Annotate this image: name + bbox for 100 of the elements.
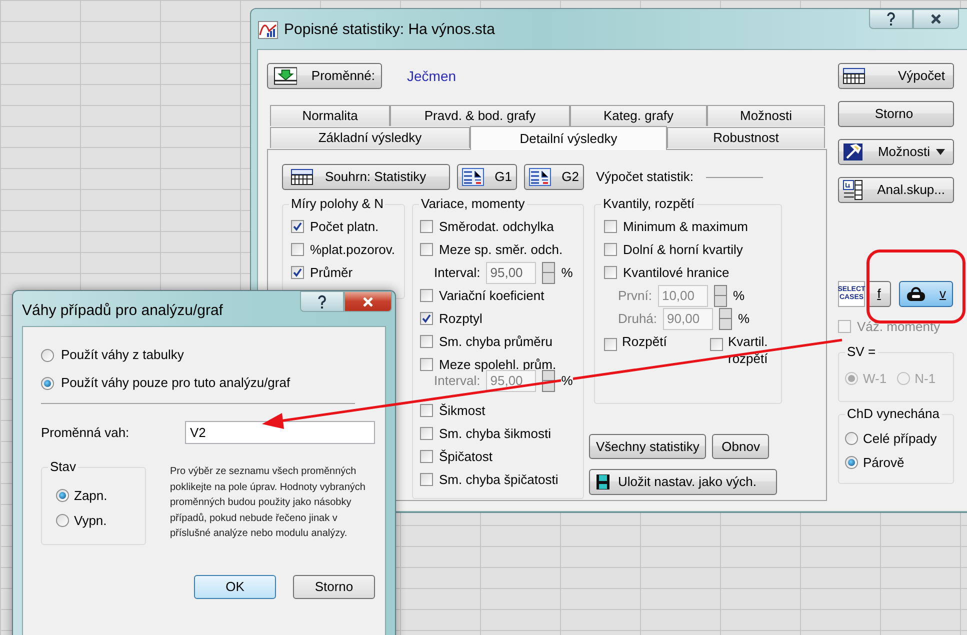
checkbox-label: Sm. chyba šikmosti: [439, 424, 551, 443]
checkbox[interactable]: [604, 220, 617, 233]
spinner-label: Interval:: [434, 372, 480, 390]
checkbox[interactable]: [604, 243, 617, 256]
checkbox[interactable]: [420, 450, 433, 463]
spinner-label: Druhá:: [618, 310, 658, 328]
checkbox-label: Směrodat. odchylka: [439, 218, 554, 236]
checkbox[interactable]: [420, 243, 433, 256]
input-field[interactable]: V2: [185, 421, 375, 444]
checkbox[interactable]: [710, 338, 723, 351]
help-button[interactable]: [869, 9, 913, 29]
radio-button[interactable]: [41, 376, 54, 390]
checkbox[interactable]: [291, 220, 304, 233]
tab[interactable]: Normalita: [270, 105, 390, 126]
checkbox[interactable]: [291, 243, 304, 256]
caret-icon: [936, 149, 945, 155]
radio-label: Zapn.: [74, 487, 108, 505]
group-title: Kvantily, rozpětí: [601, 196, 697, 212]
side-button[interactable]: Výpočet: [838, 63, 954, 89]
dialog-title: Váhy případů pro analýzu/graf: [22, 301, 223, 321]
checkbox-label: Dolní & horní kvartily: [623, 240, 743, 259]
chart-grid-icon: [462, 168, 484, 186]
side-button[interactable]: Anal.skup...: [838, 177, 954, 203]
radio-label: Párově: [863, 454, 904, 472]
radio-label: N-1: [914, 370, 936, 388]
radio-button[interactable]: [845, 432, 858, 445]
hammer-icon: [843, 143, 863, 161]
all-statistics-button[interactable]: Všechny statistiky: [589, 434, 706, 459]
checkbox[interactable]: [420, 335, 433, 348]
checkbox-label: Variační koeficient: [439, 286, 544, 305]
variable-value: Ječmen: [407, 66, 456, 86]
checkbox[interactable]: [420, 358, 433, 371]
reset-button[interactable]: Obnov: [712, 434, 770, 459]
checkbox-label: Průměr: [310, 264, 353, 282]
close-button[interactable]: [913, 9, 959, 29]
radio-button[interactable]: [56, 514, 69, 527]
spin-buttons[interactable]: [719, 308, 732, 330]
radio-label: Použít váhy pouze pro tuto analýzu/graf: [61, 374, 290, 392]
radio-button[interactable]: [41, 348, 54, 362]
radio-button[interactable]: [845, 456, 858, 470]
spin-buttons[interactable]: [714, 284, 727, 306]
tab[interactable]: Možnosti: [707, 105, 825, 126]
checkbox-label: Sm. chyba špičatosti: [439, 470, 558, 489]
checkbox[interactable]: [838, 320, 851, 334]
group-title: ChD vynechána: [845, 406, 942, 422]
checkbox-label: Špičatost: [439, 448, 492, 466]
checkbox-label: Sm. chyba průměru: [439, 332, 552, 351]
radio-label: Vypn.: [74, 512, 107, 530]
help-icon: [886, 12, 896, 26]
graph-button[interactable]: G2: [524, 164, 584, 190]
checkbox-label: %plat.pozorov.: [310, 240, 396, 259]
spin-buttons[interactable]: [542, 262, 556, 284]
chart-grid-icon: [529, 168, 551, 186]
group-title: Míry polohy & N: [289, 196, 386, 212]
close-button[interactable]: [344, 291, 392, 312]
spinner-label: Interval:: [434, 264, 480, 282]
summary-button[interactable]: Souhrn: Statistiky: [282, 164, 450, 190]
checkbox-label: Rozptyl: [439, 310, 482, 328]
tab[interactable]: Základní výsledky: [270, 127, 470, 148]
weight-icon: [906, 286, 926, 302]
field-label: Proměnná vah:: [41, 424, 130, 442]
checkbox[interactable]: [420, 220, 433, 233]
radio-button[interactable]: [56, 489, 69, 502]
radio-label: Celé případy: [863, 430, 937, 448]
help-icon: [317, 294, 327, 308]
checkbox[interactable]: [604, 266, 617, 279]
checkbox[interactable]: [420, 427, 433, 440]
side-button[interactable]: Storno: [838, 101, 954, 127]
save-defaults-button[interactable]: Uložit nastav. jako vých.: [589, 469, 777, 495]
weight-button[interactable]: v: [899, 281, 953, 307]
grouping-icon: [843, 180, 863, 200]
checkbox-label: Minimum & maximum: [623, 218, 748, 236]
tab[interactable]: Detailní výsledky: [470, 126, 667, 150]
variables-button[interactable]: Proměnné:: [267, 63, 382, 89]
spinner-label: První:: [618, 286, 652, 305]
table-icon: [843, 68, 865, 84]
help-text: Pro výběr ze seznamu všech proměnných poklikejte na pole úprav. Hodnoty vybraných proměnných budou použity jako násobky případů, pokud nebude řečeno jinak v příslušné analýze nebo modulu analýzy.: [170, 465, 366, 541]
checkbox-label: Rozpětí: [622, 333, 668, 350]
checkbox-label: Váž. momenty: [857, 318, 940, 336]
radio-label: Použít váhy z tabulky: [61, 346, 184, 364]
checkbox-label: Šikmost: [439, 402, 486, 420]
checkbox-label: Kvartil. rozpětí: [728, 333, 769, 367]
checkbox[interactable]: [604, 338, 617, 351]
checkbox[interactable]: [420, 473, 433, 486]
tab[interactable]: Kateg. grafy: [570, 105, 707, 126]
tab[interactable]: Pravd. & bod. grafy: [390, 105, 570, 126]
graph-button[interactable]: G1: [457, 164, 517, 190]
number-field[interactable]: 95,00: [486, 262, 536, 284]
checkbox[interactable]: [420, 312, 433, 325]
download-icon: [274, 67, 298, 85]
checkbox[interactable]: [420, 289, 433, 302]
side-button[interactable]: Možnosti: [838, 139, 954, 165]
help-button[interactable]: [300, 291, 344, 312]
group-title: Variace, momenty: [419, 196, 527, 212]
checkbox[interactable]: [291, 266, 304, 279]
tab[interactable]: Robustnost: [667, 127, 825, 148]
checkbox[interactable]: [420, 404, 433, 417]
dialog-button[interactable]: OK: [194, 575, 276, 599]
dialog-button[interactable]: Storno: [293, 575, 375, 599]
close-icon: [362, 296, 374, 306]
